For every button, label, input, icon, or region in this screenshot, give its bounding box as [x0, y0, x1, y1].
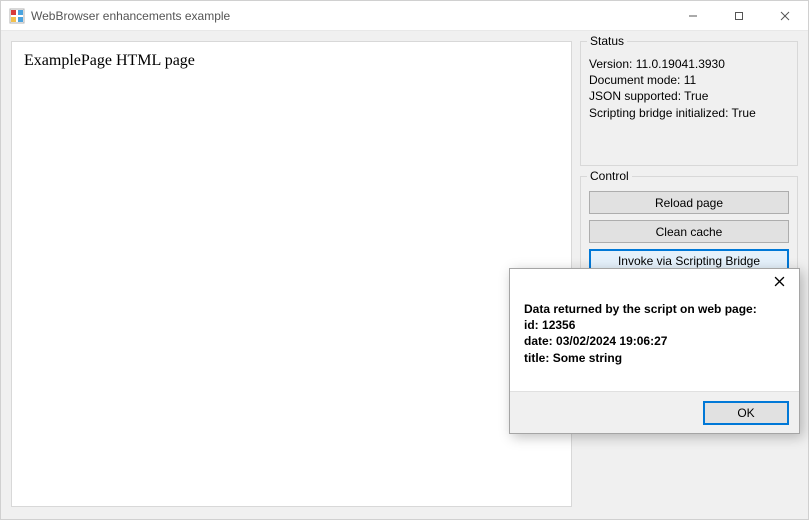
minimize-button[interactable] — [670, 1, 716, 31]
message-dialog: Data returned by the script on web page:… — [509, 268, 800, 434]
status-group: Status Version: 11.0.19041.3930 Document… — [580, 41, 798, 166]
status-version-label: Version: — [589, 57, 632, 71]
status-group-title: Status — [587, 35, 627, 47]
control-group-title: Control — [587, 170, 632, 182]
status-lines: Version: 11.0.19041.3930 Document mode: … — [589, 56, 789, 121]
close-button[interactable] — [762, 1, 808, 31]
dialog-title-row: title: Some string — [524, 350, 785, 366]
dialog-titlebar — [510, 269, 799, 297]
dialog-close-button[interactable] — [759, 269, 799, 295]
main-window: WebBrowser enhancements example ExampleP… — [0, 0, 809, 520]
status-docmode-row: Document mode: 11 — [589, 72, 789, 88]
dialog-id-row: id: 12356 — [524, 317, 785, 333]
status-json-label: JSON supported: — [589, 89, 681, 103]
reload-page-button[interactable]: Reload page — [589, 191, 789, 214]
window-title: WebBrowser enhancements example — [31, 9, 670, 23]
dialog-body: Data returned by the script on web page:… — [510, 297, 799, 391]
webbrowser-pane[interactable]: ExamplePage HTML page — [11, 41, 572, 507]
dialog-date-value: 03/02/2024 19:06:27 — [556, 334, 667, 348]
status-docmode-value: 11 — [684, 73, 696, 87]
dialog-id-value: 12356 — [542, 318, 575, 332]
dialog-footer: OK — [510, 391, 799, 433]
dialog-title-label: title: — [524, 351, 549, 365]
status-docmode-label: Document mode: — [589, 73, 680, 87]
status-version-value: 11.0.19041.3930 — [636, 57, 725, 71]
status-bridge-label: Scripting bridge initialized: — [589, 106, 728, 120]
maximize-button[interactable] — [716, 1, 762, 31]
dialog-date-label: date: — [524, 334, 553, 348]
status-bridge-value: True — [732, 106, 756, 120]
dialog-id-label: id: — [524, 318, 539, 332]
clean-cache-button[interactable]: Clean cache — [589, 220, 789, 243]
dialog-heading: Data returned by the script on web page: — [524, 301, 785, 317]
close-icon — [774, 275, 785, 290]
status-bridge-row: Scripting bridge initialized: True — [589, 105, 789, 121]
status-json-row: JSON supported: True — [589, 88, 789, 104]
dialog-date-row: date: 03/02/2024 19:06:27 — [524, 333, 785, 349]
app-icon — [9, 8, 25, 24]
status-json-value: True — [684, 89, 708, 103]
titlebar: WebBrowser enhancements example — [1, 1, 808, 31]
status-version-row: Version: 11.0.19041.3930 — [589, 56, 789, 72]
dialog-ok-button[interactable]: OK — [703, 401, 789, 425]
page-heading: ExamplePage HTML page — [24, 52, 559, 70]
dialog-title-value: Some string — [553, 351, 622, 365]
